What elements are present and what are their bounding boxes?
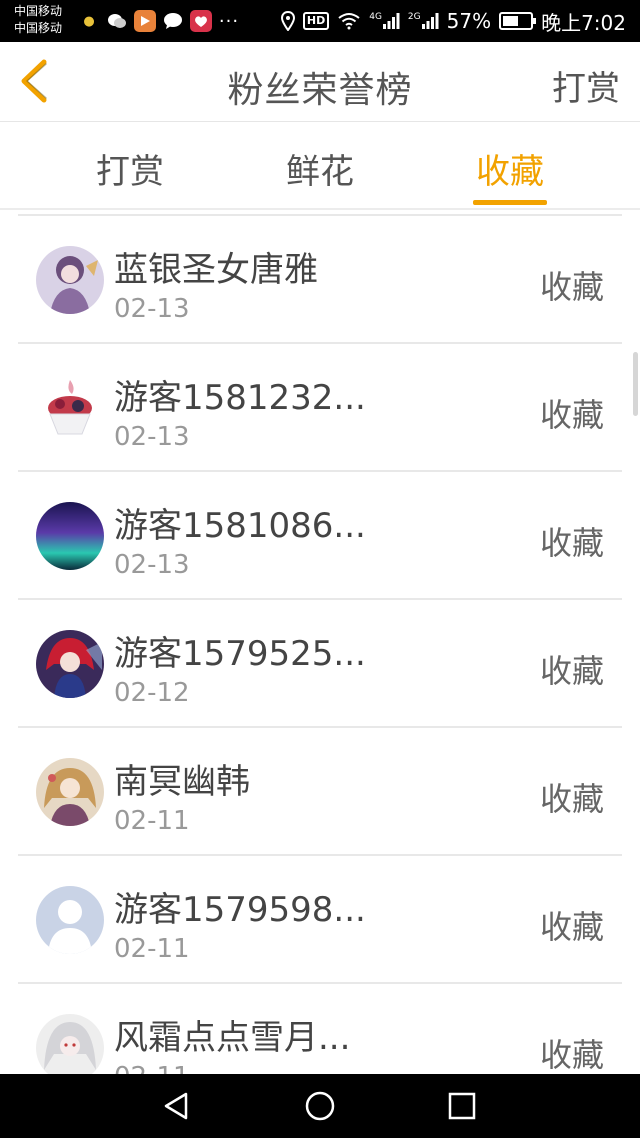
lightbulb-icon: ●	[83, 13, 95, 29]
app-header: 粉丝荣誉榜 打赏	[0, 42, 640, 122]
page-title: 粉丝荣誉榜	[227, 70, 413, 111]
item-action-label: 收藏	[539, 652, 604, 690]
nav-home-button[interactable]	[300, 1086, 340, 1126]
user-name: 游客1579598...	[114, 890, 366, 930]
tab-flowers[interactable]: 鲜花	[260, 144, 380, 193]
item-date: 02-11	[114, 934, 190, 964]
network-4g-label: 4G	[369, 12, 382, 22]
item-action-label: 收藏	[539, 268, 604, 306]
avatar	[36, 630, 104, 698]
user-name: 游客1581232...	[114, 378, 366, 418]
network-2g-label: 2G	[407, 12, 421, 22]
nav-recents-button[interactable]	[442, 1086, 482, 1126]
carrier-info: 中国移动 中国移动	[14, 3, 62, 37]
avatar	[36, 758, 104, 826]
notification-icons: ● ···	[78, 10, 240, 32]
battery-icon	[499, 12, 537, 30]
heart-app-icon	[190, 10, 212, 32]
avatar	[36, 246, 104, 314]
avatar	[36, 1014, 104, 1082]
hd-icon: HD	[302, 12, 330, 30]
battery-percent: 57%	[446, 9, 492, 33]
active-tab-indicator	[473, 200, 547, 205]
user-name: 游客1579525...	[114, 634, 366, 674]
reward-button[interactable]: 打赏	[552, 61, 620, 110]
list-item[interactable]: 游客1579525... 02-12 收藏	[18, 600, 622, 728]
status-bar: 中国移动 中国移动 ● ··· HD 4G 2G 57% 晚上7:02	[0, 0, 640, 42]
user-name: 南冥幽韩	[114, 762, 250, 802]
system-nav-bar	[0, 1074, 640, 1138]
avatar	[36, 374, 104, 442]
item-action-label: 收藏	[539, 908, 604, 946]
item-action-label: 收藏	[539, 524, 604, 562]
list-item[interactable]: 南冥幽韩 02-11 收藏	[18, 728, 622, 856]
wechat-icon	[106, 10, 128, 32]
carrier-2: 中国移动	[14, 21, 63, 35]
user-name: 蓝银圣女唐雅	[114, 250, 318, 290]
item-date: 02-12	[114, 678, 190, 708]
clock: 晚上7:02	[541, 10, 626, 35]
scrollbar-thumb[interactable]	[633, 352, 638, 416]
battery-fill	[503, 16, 519, 26]
user-name: 风霜点点雪月...	[114, 1018, 351, 1058]
item-date: 02-11	[114, 806, 190, 836]
user-name: 游客1581086...	[114, 506, 366, 546]
message-icon	[162, 10, 184, 32]
wifi-icon	[337, 12, 361, 30]
carrier-1: 中国移动	[14, 4, 63, 18]
tab-reward[interactable]: 打赏	[70, 144, 190, 193]
video-app-icon	[134, 10, 156, 32]
list-item[interactable]: 游客1579598... 02-11 收藏	[18, 856, 622, 984]
signal-4g-icon: 4G	[369, 12, 400, 30]
item-date: 02-13	[114, 294, 190, 324]
system-status: HD 4G 2G 57% 晚上7:02	[280, 8, 626, 35]
circle-home-icon	[305, 1091, 335, 1121]
item-date: 02-13	[114, 550, 190, 580]
list-item[interactable]: 蓝银圣女唐雅 02-13 收藏	[18, 216, 622, 344]
item-action-label: 收藏	[539, 1036, 604, 1074]
triangle-back-icon	[164, 1092, 188, 1120]
location-icon	[280, 11, 295, 31]
nav-back-button[interactable]	[158, 1086, 198, 1126]
item-action-label: 收藏	[539, 396, 604, 434]
more-notifications-icon: ···	[218, 10, 240, 32]
tab-bar: 打赏 鲜花 收藏	[0, 122, 640, 210]
signal-2g-icon: 2G	[408, 12, 439, 30]
avatar	[36, 886, 104, 954]
list-item[interactable]: 游客1581086... 02-13 收藏	[18, 472, 622, 600]
square-recents-icon	[448, 1092, 476, 1120]
fans-list: 蓝银圣女唐雅 02-13 收藏 游客1581232... 02-13 收藏 游客…	[18, 214, 622, 1112]
list-item[interactable]: 游客1581232... 02-13 收藏	[18, 344, 622, 472]
avatar	[36, 502, 104, 570]
item-action-label: 收藏	[539, 780, 604, 818]
item-date: 02-13	[114, 422, 190, 452]
tab-favorites[interactable]: 收藏	[450, 144, 570, 193]
